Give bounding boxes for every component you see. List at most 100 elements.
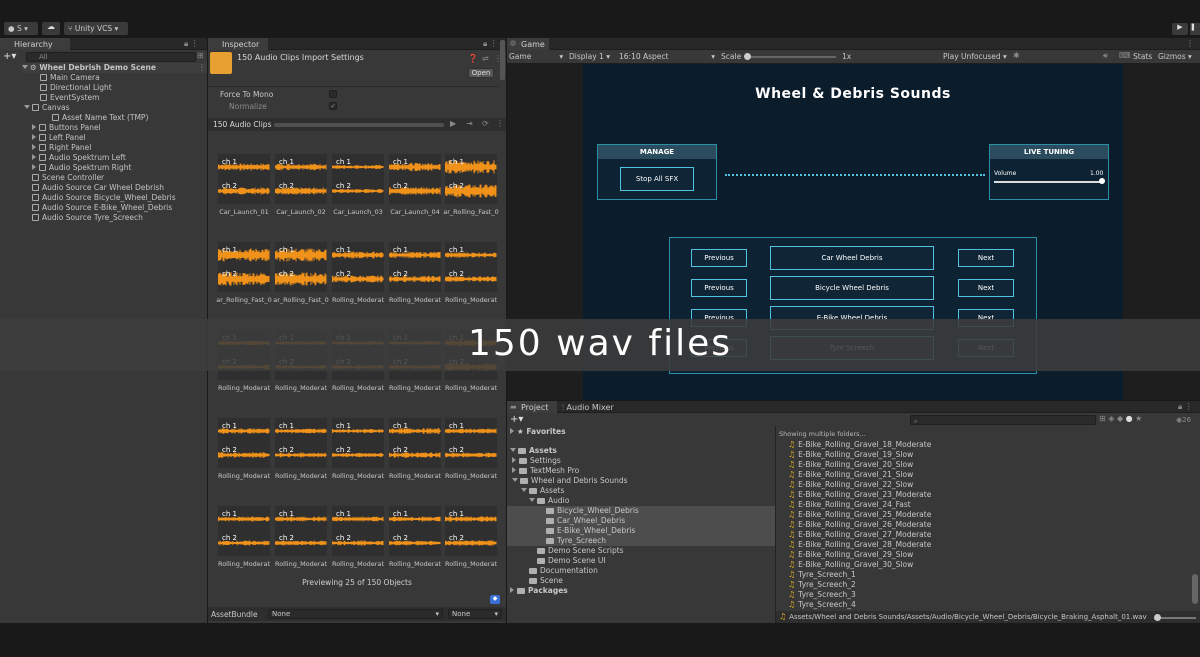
audio-file-item[interactable]: ♫ E-Bike_Rolling_Gravel_25_Moderate bbox=[788, 510, 931, 520]
open-button[interactable]: Open bbox=[468, 68, 494, 78]
expand-icon[interactable] bbox=[512, 478, 518, 482]
add-icon[interactable]: +▾ bbox=[3, 51, 16, 62]
previous-button[interactable]: Previous bbox=[691, 279, 747, 297]
hierarchy-item[interactable]: Asset Name Text (TMP) bbox=[52, 113, 148, 123]
next-button[interactable]: Next bbox=[958, 249, 1014, 267]
game-menu-icon[interactable]: ⋮ bbox=[1186, 39, 1194, 48]
favorites-row[interactable]: ★ Favorites bbox=[510, 427, 566, 437]
audio-file-item[interactable]: ♫ Tyre_Screech_4 bbox=[788, 600, 856, 610]
project-folder-row[interactable]: Car_Wheel_Debris bbox=[546, 516, 625, 526]
search-options-icon[interactable]: ⊞ bbox=[197, 51, 204, 60]
audio-file-item[interactable]: ♫ E-Bike_Rolling_Gravel_28_Moderate bbox=[788, 540, 931, 550]
hierarchy-item[interactable]: EventSystem bbox=[40, 93, 99, 103]
hierarchy-item[interactable]: Right Panel bbox=[32, 143, 91, 153]
tab-audio-mixer[interactable]: ⫶ Audio Mixer bbox=[562, 403, 614, 413]
hierarchy-item[interactable]: Audio Source Tyre_Screech bbox=[32, 213, 143, 223]
audio-file-item[interactable]: ♫ E-Bike_Rolling_Gravel_23_Moderate bbox=[788, 490, 931, 500]
bug-icon[interactable]: ✱ bbox=[1013, 51, 1020, 60]
project-folder-row[interactable]: Audio bbox=[529, 496, 569, 506]
hierarchy-item[interactable]: Directional Light bbox=[40, 83, 112, 93]
audio-file-item[interactable]: ♫ E-Bike_Rolling_Gravel_29_Slow bbox=[788, 550, 913, 560]
expand-icon[interactable] bbox=[32, 134, 36, 140]
hierarchy-item[interactable]: Scene Controller bbox=[32, 173, 104, 183]
audio-clip-thumbnail[interactable]: ch 1 ch 2 bbox=[332, 154, 384, 204]
presets-icon[interactable]: ⇌ bbox=[482, 54, 489, 63]
loop-icon[interactable]: ⟳ bbox=[482, 119, 489, 128]
expand-icon[interactable] bbox=[529, 498, 535, 502]
audio-clip-thumbnail[interactable]: ch 1 ch 2 bbox=[275, 418, 327, 468]
mute-icon[interactable]: 🔊︎ bbox=[1103, 51, 1108, 61]
preview-play-icon[interactable]: ▶ bbox=[450, 119, 456, 128]
scene-menu-icon[interactable]: ⋮ bbox=[198, 63, 206, 72]
project-folder-row[interactable]: Settings bbox=[512, 456, 561, 466]
project-lock-icon[interactable]: 🔒︎ ⋮ bbox=[1178, 402, 1193, 412]
next-button[interactable]: Next bbox=[958, 279, 1014, 297]
icon-size-slider[interactable] bbox=[1156, 617, 1196, 619]
audio-clip-thumbnail[interactable]: ch 1 ch 2 bbox=[275, 506, 327, 556]
gizmos-button[interactable]: Gizmos ▾ bbox=[1158, 52, 1192, 61]
audio-clip-thumbnail[interactable]: ch 1 ch 2 bbox=[218, 154, 270, 204]
tab-hierarchy[interactable]: Hierarchy bbox=[0, 38, 70, 50]
aspect-select[interactable]: 16:10 Aspect ▾ bbox=[619, 52, 715, 61]
audio-file-item[interactable]: ♫ Tyre_Screech_1 bbox=[788, 570, 856, 580]
project-filter-icons[interactable]: ⊞ ◈ ◆ ● ★ bbox=[1099, 414, 1142, 423]
audio-clip-thumbnail[interactable]: ch 1 ch 2 bbox=[445, 242, 497, 292]
audio-file-item[interactable]: ♫ E-Bike_Rolling_Gravel_30_Slow bbox=[788, 560, 913, 570]
cloud-icon[interactable]: ☁ bbox=[42, 22, 60, 35]
display-select[interactable]: Display 1 ▾ bbox=[569, 52, 610, 61]
inspector-lock-icon[interactable]: 🔒︎ ⋮ bbox=[483, 39, 498, 49]
previous-button[interactable]: Previous bbox=[691, 249, 747, 267]
audio-file-item[interactable]: ♫ E-Bike_Rolling_Gravel_21_Slow bbox=[788, 470, 913, 480]
audio-clip-thumbnail[interactable]: ch 1 ch 2 bbox=[389, 154, 441, 204]
audio-clip-thumbnail[interactable]: ch 1 ch 2 bbox=[445, 506, 497, 556]
scale-slider[interactable] bbox=[746, 56, 836, 58]
audio-clip-thumbnail[interactable]: ch 1 ch 2 bbox=[218, 418, 270, 468]
hierarchy-item[interactable]: Audio Spektrum Left bbox=[32, 153, 126, 163]
stats-button[interactable]: Stats bbox=[1133, 52, 1152, 61]
project-folder-row[interactable]: Scene bbox=[529, 576, 563, 586]
project-folder-row[interactable]: Demo Scene Scripts bbox=[537, 546, 624, 556]
project-splitter[interactable] bbox=[775, 426, 776, 623]
audio-clip-thumbnail[interactable]: ch 1 ch 2 bbox=[445, 154, 497, 204]
hierarchy-item[interactable]: Left Panel bbox=[32, 133, 86, 143]
normalize-checkbox[interactable]: ✓ bbox=[329, 102, 337, 110]
tag-icon[interactable]: ◆ bbox=[490, 595, 500, 604]
project-folder-row[interactable]: Documentation bbox=[529, 566, 598, 576]
audio-clip-thumbnail[interactable]: ch 1 ch 2 bbox=[218, 242, 270, 292]
hierarchy-item[interactable]: Audio Source E-Bike_Wheel_Debris bbox=[32, 203, 172, 213]
audio-clip-thumbnail[interactable]: ch 1 ch 2 bbox=[332, 242, 384, 292]
audio-file-item[interactable]: ♫ Tyre_Screech_2 bbox=[788, 580, 856, 590]
audio-clip-thumbnail[interactable]: ch 1 ch 2 bbox=[218, 506, 270, 556]
hierarchy-search-input[interactable]: All bbox=[26, 52, 196, 62]
audio-clip-thumbnail[interactable]: ch 1 ch 2 bbox=[275, 242, 327, 292]
icon-size-knob[interactable] bbox=[1154, 614, 1161, 621]
audio-clip-thumbnail[interactable]: ch 1 ch 2 bbox=[275, 154, 327, 204]
hierarchy-item[interactable]: Audio Source Bicycle_Wheel_Debris bbox=[32, 193, 176, 203]
hierarchy-item[interactable]: Audio Source Car Wheel Debrish bbox=[32, 183, 164, 193]
audio-file-item[interactable]: ♫ E-Bike_Rolling_Gravel_24_Fast bbox=[788, 500, 911, 510]
project-folder-row[interactable]: E-Bike_Wheel_Debris bbox=[546, 526, 635, 536]
audio-clip-thumbnail[interactable]: ch 1 ch 2 bbox=[389, 242, 441, 292]
expand-icon[interactable] bbox=[32, 154, 36, 160]
expand-icon[interactable] bbox=[512, 467, 516, 473]
audio-file-item[interactable]: ♫ E-Bike_Rolling_Gravel_22_Slow bbox=[788, 480, 913, 490]
vcs-button[interactable]: ⑂ Unity VCS ▾ bbox=[64, 22, 128, 35]
preview-menu-icon[interactable]: ⋮ bbox=[496, 119, 504, 128]
assetbundle-select[interactable]: None ▾ bbox=[268, 609, 443, 619]
expand-icon[interactable] bbox=[32, 144, 36, 150]
hierarchy-item[interactable]: Buttons Panel bbox=[32, 123, 101, 133]
expand-icon[interactable] bbox=[32, 164, 36, 170]
audio-file-item[interactable]: ♫ E-Bike_Rolling_Gravel_20_Slow bbox=[788, 460, 913, 470]
force-to-mono-checkbox[interactable] bbox=[329, 90, 337, 98]
stop-all-sfx-button[interactable]: Stop All SFX bbox=[620, 167, 694, 191]
project-folder-row[interactable]: Wheel and Debris Sounds bbox=[512, 476, 628, 486]
audio-clip-thumbnail[interactable]: ch 1 ch 2 bbox=[332, 418, 384, 468]
lock-icon[interactable]: 🔒︎ ⋮ bbox=[184, 39, 199, 49]
audio-clip-thumbnail[interactable]: ch 1 ch 2 bbox=[389, 506, 441, 556]
volume-knob[interactable] bbox=[1099, 178, 1105, 184]
project-folder-row[interactable]: Tyre_Screech bbox=[546, 536, 606, 546]
audio-file-item[interactable]: ♫ E-Bike_Rolling_Gravel_19_Slow bbox=[788, 450, 913, 460]
keyboard-icon[interactable]: ⌨ bbox=[1119, 51, 1131, 60]
audio-file-item[interactable]: ♫ E-Bike_Rolling_Gravel_26_Moderate bbox=[788, 520, 931, 530]
help-icon[interactable]: ❓ bbox=[468, 54, 478, 63]
